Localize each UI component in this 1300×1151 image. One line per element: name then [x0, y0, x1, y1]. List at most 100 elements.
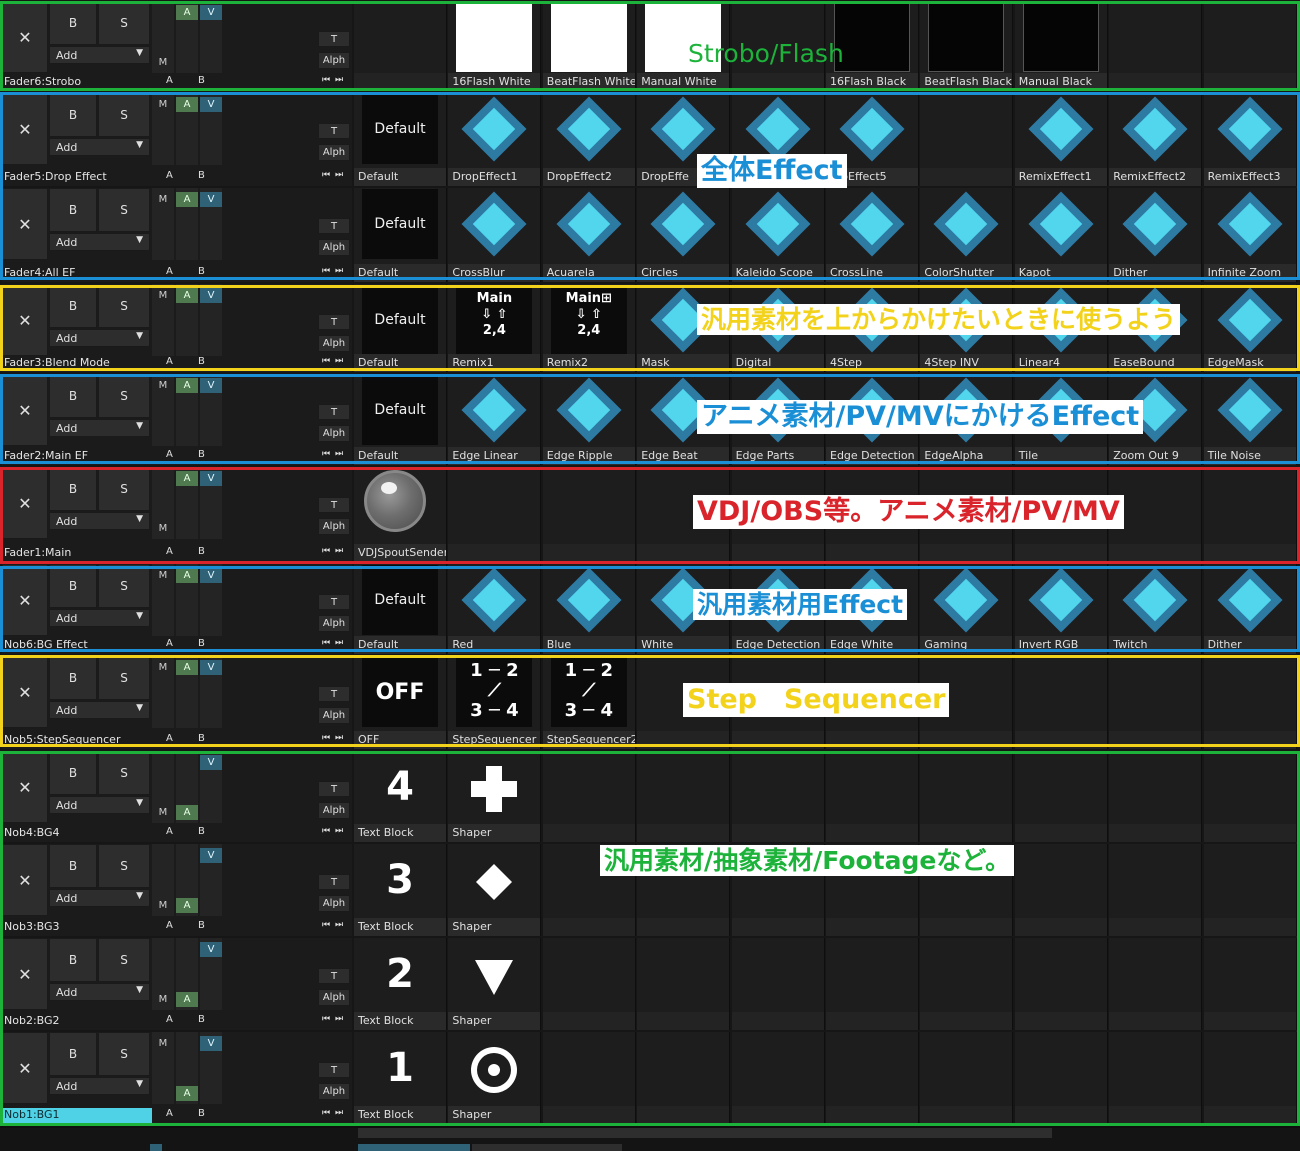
clip-slot[interactable] [448, 467, 542, 562]
video-toggle[interactable]: V [200, 1036, 222, 1051]
deck-tab-active[interactable] [358, 1144, 470, 1151]
crossfader-b-label[interactable]: B [198, 1014, 205, 1025]
clip-slot[interactable]: CrossBlur [448, 188, 542, 282]
layer-name[interactable]: Fader4:All EF [2, 266, 152, 281]
clip-slot[interactable] [637, 751, 731, 842]
close-layer-button[interactable]: ✕ [2, 656, 48, 728]
clip-slot[interactable]: Edge Ripple [542, 374, 636, 465]
crossfader-b-label[interactable]: B [198, 1108, 205, 1119]
crossfader-a-label[interactable]: A [166, 733, 173, 744]
crossfader-b-label[interactable]: B [198, 638, 205, 649]
alpha-button[interactable]: Alph [318, 989, 350, 1006]
close-layer-button[interactable]: ✕ [2, 751, 48, 823]
crossfader-a-label[interactable]: A [166, 826, 173, 837]
alpha-button[interactable]: Alph [318, 802, 350, 819]
crossfader-a-label[interactable]: A [166, 170, 173, 181]
deck-tab[interactable] [472, 1144, 622, 1151]
crossfader-b-label[interactable]: B [198, 356, 205, 367]
clip-slot[interactable] [1014, 938, 1108, 1030]
clip-slot[interactable] [354, 1, 447, 91]
mask-toggle[interactable]: M [152, 805, 174, 820]
clip-slot[interactable]: Default Default [354, 93, 447, 186]
solo-button[interactable]: S [98, 284, 150, 328]
clip-slot[interactable] [637, 938, 731, 1030]
clip-slot[interactable]: 2 Text Block [354, 938, 447, 1030]
clip-nav-icon[interactable]: ⏮ ⏭ [322, 733, 344, 743]
solo-button[interactable]: S [98, 467, 150, 511]
mask-toggle[interactable]: M [152, 568, 174, 583]
clip-slot[interactable]: Acuarela [542, 188, 636, 282]
crossfader-a-label[interactable]: A [166, 1108, 173, 1119]
clip-slot[interactable]: Shaper [448, 938, 542, 1030]
clip-nav-icon[interactable]: ⏮ ⏭ [322, 449, 344, 459]
clip-nav-icon[interactable]: ⏮ ⏭ [322, 75, 344, 85]
clip-slot[interactable] [542, 751, 636, 842]
crossfader-a-label[interactable]: A [166, 266, 173, 277]
video-toggle[interactable]: V [200, 192, 222, 207]
clip-slot[interactable] [1014, 1032, 1108, 1124]
clip-nav-icon[interactable]: ⏮ ⏭ [322, 1108, 344, 1118]
crossfader-a-label[interactable]: A [166, 920, 173, 931]
clip-slot[interactable]: 1 ─ 2 ⟋ 3 ─ 4 StepSequencer2 [542, 656, 636, 749]
crossfader-b-label[interactable]: B [198, 266, 205, 277]
solo-button[interactable]: S [98, 844, 150, 888]
close-layer-button[interactable]: ✕ [2, 1032, 48, 1104]
crossfader-b-label[interactable]: B [198, 733, 205, 744]
clip-slot[interactable] [826, 938, 919, 1030]
add-clip-dropdown[interactable]: Add ▼ [49, 419, 150, 437]
bypass-button[interactable]: B [49, 938, 97, 982]
solo-button[interactable]: S [98, 751, 150, 795]
solo-button[interactable]: S [98, 93, 150, 137]
add-clip-dropdown[interactable]: Add ▼ [49, 983, 150, 1001]
clip-nav-icon[interactable]: ⏮ ⏭ [322, 546, 344, 556]
solo-button[interactable]: S [98, 374, 150, 418]
crossfader-a-label[interactable]: A [166, 356, 173, 367]
alpha-button[interactable]: Alph [318, 425, 350, 442]
video-toggle[interactable]: V [200, 471, 222, 486]
crossfader-b-label[interactable]: B [198, 170, 205, 181]
solo-button[interactable]: S [98, 1, 150, 45]
mask-toggle[interactable]: M [152, 55, 174, 70]
clip-nav-icon[interactable]: ⏮ ⏭ [322, 266, 344, 276]
add-clip-dropdown[interactable]: Add ▼ [49, 46, 150, 64]
mask-toggle[interactable]: M [152, 660, 174, 675]
crossfader-b-label[interactable]: B [198, 920, 205, 931]
mask-toggle[interactable]: M [152, 192, 174, 207]
a-crossfade-toggle[interactable]: A [176, 97, 198, 112]
a-crossfade-toggle[interactable]: A [176, 805, 198, 820]
clip-slot[interactable] [1109, 656, 1203, 749]
clip-slot[interactable]: Shaper [448, 1032, 542, 1124]
clip-slot[interactable]: Invert RGB [1014, 564, 1108, 654]
clip-slot[interactable] [920, 938, 1014, 1030]
clip-slot[interactable] [826, 751, 919, 842]
clip-slot[interactable]: RemixEffect3 [1203, 93, 1297, 186]
clip-slot[interactable]: RemixEffect2 [1109, 93, 1203, 186]
clip-slot[interactable]: Infinite Zoom [1203, 188, 1297, 282]
a-crossfade-toggle[interactable]: A [176, 568, 198, 583]
clip-nav-icon[interactable]: ⏮ ⏭ [322, 356, 344, 366]
transition-button[interactable]: T [318, 1062, 350, 1078]
clip-slot[interactable]: Circles [637, 188, 731, 282]
bypass-button[interactable]: B [49, 374, 97, 418]
clip-nav-icon[interactable]: ⏮ ⏭ [322, 170, 344, 180]
bypass-button[interactable]: B [49, 1032, 97, 1076]
clip-slot[interactable] [1014, 656, 1108, 749]
close-layer-button[interactable]: ✕ [2, 284, 48, 356]
clip-slot[interactable]: Red [448, 564, 542, 654]
bypass-button[interactable]: B [49, 284, 97, 328]
clip-slot[interactable]: OFF OFF [354, 656, 447, 749]
video-toggle[interactable]: V [200, 288, 222, 303]
transition-button[interactable]: T [318, 594, 350, 610]
close-layer-button[interactable]: ✕ [2, 1, 48, 73]
clip-slot[interactable]: Dither [1203, 564, 1297, 654]
clip-slot[interactable]: BeatFlash White [542, 1, 636, 91]
clip-slot[interactable]: Kaleido Scope [731, 188, 825, 282]
clip-slot[interactable] [637, 1032, 731, 1124]
clip-slot[interactable]: EdgeMask [1203, 284, 1297, 372]
crossfader-a-label[interactable]: A [166, 1014, 173, 1025]
clip-slot[interactable] [1109, 938, 1203, 1030]
a-crossfade-toggle[interactable]: A [176, 378, 198, 393]
clip-slot[interactable] [826, 1032, 919, 1124]
close-layer-button[interactable]: ✕ [2, 564, 48, 636]
clip-slot[interactable]: 3 Text Block [354, 844, 447, 936]
